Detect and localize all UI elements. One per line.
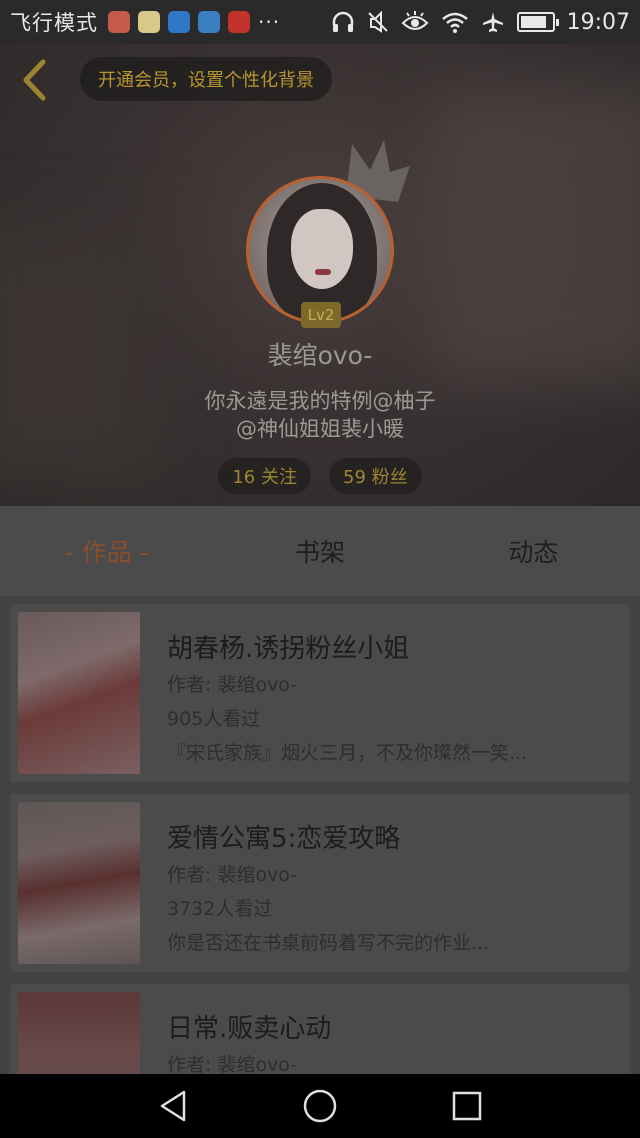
- home-circle-icon[interactable]: [302, 1088, 338, 1124]
- huawei-icon: [228, 11, 250, 33]
- username: 裴绾ovo-: [267, 341, 373, 370]
- status-bar: 飞行模式 ··· 19:07: [0, 0, 640, 44]
- works-list: 胡春杨.诱拐粉丝小姐 作者: 裴绾ovo- 905人看过 『宋氏家族』烟火三月，…: [0, 596, 640, 1074]
- back-button[interactable]: [14, 58, 54, 102]
- profile-header: 开通会员，设置个性化背景 Lv2 裴绾ovo- 你永遠是我的特例@柚子 @神仙姐…: [0, 44, 640, 506]
- notification-icons: [108, 11, 250, 33]
- vip-banner-button[interactable]: 开通会员，设置个性化背景: [80, 57, 332, 101]
- airplane-icon: [482, 12, 503, 32]
- tab-works[interactable]: - 作品 -: [0, 533, 213, 569]
- work-title: 日常.贩卖心动: [167, 1014, 332, 1044]
- book-cover: [18, 612, 140, 774]
- work-description: 『宋氏家族』烟火三月，不及你璨然一笑...: [167, 742, 528, 764]
- work-card[interactable]: 日常.贩卖心动 作者: 裴绾ovo-: [10, 984, 630, 1074]
- app-yellow-icon: [138, 11, 160, 33]
- work-views: 905人看过: [167, 708, 261, 730]
- stats-row: 16 关注 59 粉丝: [0, 458, 640, 494]
- qq-icon: [198, 11, 220, 33]
- following-button[interactable]: 16 关注: [218, 458, 311, 494]
- work-title: 胡春杨.诱拐粉丝小姐: [167, 634, 410, 664]
- airplane-mode-label: 飞行模式: [10, 11, 98, 35]
- work-title: 爱情公寓5:恋爱攻略: [167, 824, 401, 854]
- level-badge: Lv2: [301, 302, 341, 328]
- signature-line: 你永遠是我的特例@柚子: [204, 389, 436, 413]
- work-card[interactable]: 爱情公寓5:恋爱攻略 作者: 裴绾ovo- 3732人看过 你是否还在书桌前码着…: [10, 794, 630, 972]
- headphones-icon: [332, 11, 353, 32]
- work-card[interactable]: 胡春杨.诱拐粉丝小姐 作者: 裴绾ovo- 905人看过 『宋氏家族』烟火三月，…: [10, 604, 630, 782]
- app-blue-play-icon: [168, 11, 190, 33]
- book-cover: [18, 992, 140, 1074]
- battery-icon: [516, 12, 559, 32]
- signature: 你永遠是我的特例@柚子 @神仙姐姐裴小暖: [0, 387, 640, 443]
- wifi-icon: [441, 12, 468, 33]
- back-triangle-icon[interactable]: [157, 1089, 189, 1123]
- tab-bar: - 作品 - 书架 动态: [0, 506, 640, 596]
- work-description: 你是否还在书桌前码着写不完的作业...: [167, 932, 490, 954]
- tab-activity[interactable]: 动态: [427, 533, 640, 569]
- recents-square-icon[interactable]: [451, 1090, 483, 1122]
- chevron-left-icon: [23, 59, 46, 101]
- book-cover: [18, 802, 140, 964]
- tab-bookshelf[interactable]: 书架: [213, 533, 426, 569]
- signature-line: @神仙姐姐裴小暖: [236, 417, 404, 441]
- work-author: 作者: 裴绾ovo-: [167, 674, 298, 696]
- app-red-icon: [108, 11, 130, 33]
- navigation-bar: [0, 1074, 640, 1138]
- eye-icon: [401, 11, 429, 30]
- mute-icon: [367, 11, 388, 33]
- work-author: 作者: 裴绾ovo-: [167, 1054, 298, 1074]
- work-author: 作者: 裴绾ovo-: [167, 864, 298, 886]
- more-notifications: ···: [258, 10, 281, 34]
- followers-button[interactable]: 59 粉丝: [329, 458, 422, 494]
- clock: 19:07: [566, 9, 630, 35]
- work-views: 3732人看过: [167, 898, 273, 920]
